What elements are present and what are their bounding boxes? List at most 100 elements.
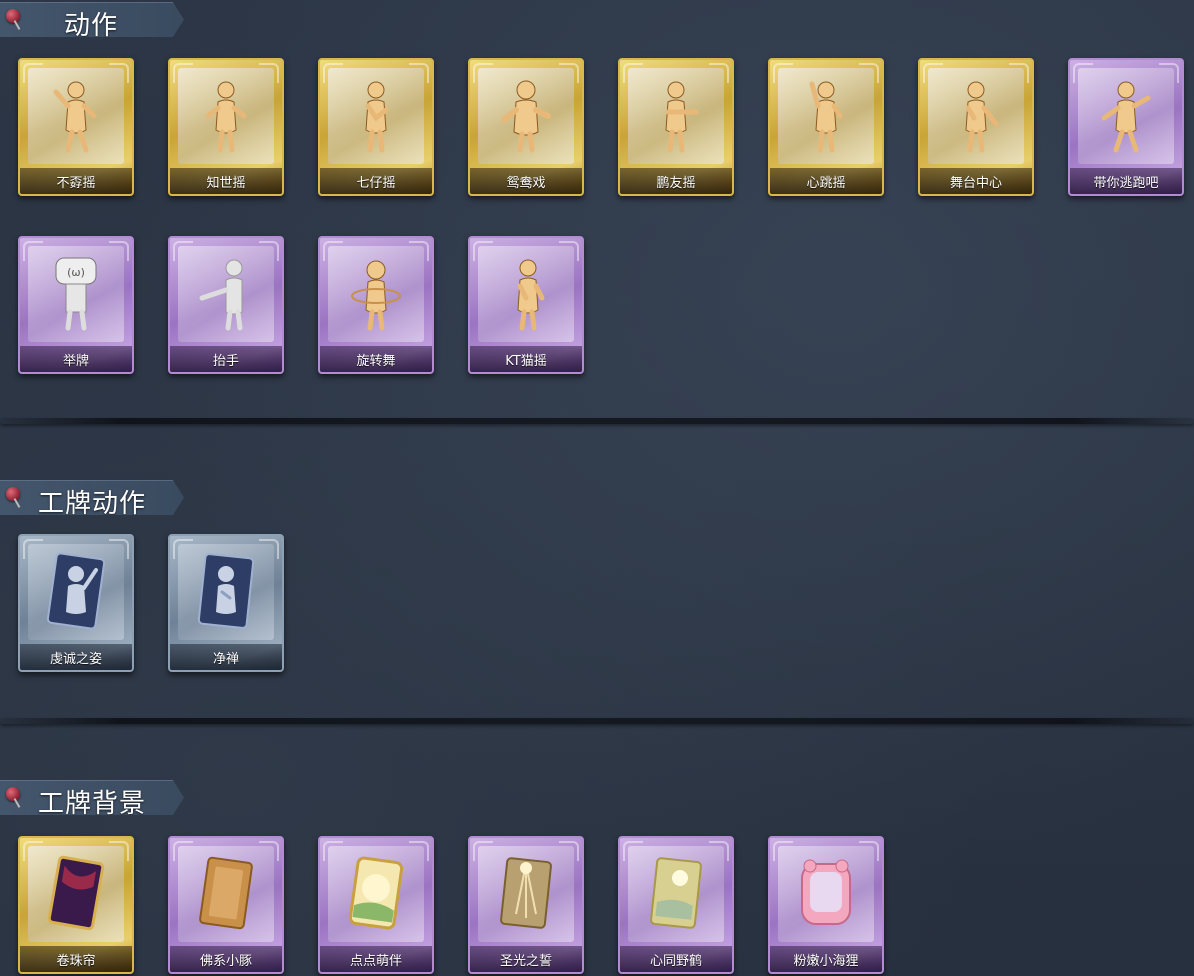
misty-lake-background-icon <box>650 857 702 929</box>
dancing-figure-icon <box>665 81 699 153</box>
dancing-figure-icon <box>517 259 545 331</box>
card-label-bar: KT猫摇 <box>470 346 582 372</box>
card-label-bar: 虔诚之姿 <box>20 644 132 670</box>
frame-corner <box>23 241 43 261</box>
card-zhi-shi-yao[interactable]: 知世摇 <box>168 58 284 196</box>
card-label: 旋转舞 <box>356 353 396 369</box>
section-title: 工牌动作 <box>38 489 147 519</box>
card-label-bar: 七仔摇 <box>320 168 432 194</box>
card-label-bar: 心跳摇 <box>770 168 882 194</box>
wooden-door-background-icon <box>199 856 253 930</box>
frame-corner <box>23 539 43 559</box>
section-title: 动作 <box>64 11 119 41</box>
section-title: 工牌背景 <box>38 789 147 819</box>
card-label: 佛系小豚 <box>199 953 252 969</box>
card-label: 七仔摇 <box>356 175 396 191</box>
frame-corner <box>109 841 129 861</box>
badge-card-figure-icon <box>46 552 106 630</box>
frame-corner <box>773 63 793 83</box>
frame-corner <box>109 63 129 83</box>
section-divider <box>0 718 1194 724</box>
sign-holding-figure-icon: (ω) <box>55 257 97 331</box>
card-label: 舞台中心 <box>949 175 1002 191</box>
card-label-bar: 鹏友摇 <box>620 168 732 194</box>
card-peng-you-yao[interactable]: 鹏友摇 <box>618 58 734 196</box>
dancing-figure-icon <box>205 81 247 153</box>
section-header-badge-actions: 工牌动作 <box>0 480 184 515</box>
card-dai-ni-tao-pao-ba[interactable]: 带你逃跑吧 <box>1068 58 1184 196</box>
card-label: 圣光之誓 <box>499 953 552 969</box>
frame-corner <box>473 63 493 83</box>
dancing-figure-icon <box>965 81 999 153</box>
card-bu-nao-yao[interactable]: 不孬摇 <box>18 58 134 196</box>
card-xin-tong-ye-he[interactable]: 心同野鹤 <box>618 836 734 974</box>
frame-corner <box>709 841 729 861</box>
card-label: 心同野鹤 <box>649 953 702 969</box>
pin-icon <box>6 487 20 501</box>
frame-corner <box>409 241 429 261</box>
badge-card-figure-icon <box>197 553 255 629</box>
card-juan-zhu-lian[interactable]: 卷珠帘 <box>18 836 134 974</box>
frame-corner <box>559 241 579 261</box>
curtain-background-icon <box>47 855 105 931</box>
card-label: 粉嫩小海狸 <box>793 953 859 969</box>
frame-corner <box>259 539 279 559</box>
card-tai-shou[interactable]: 抬手 <box>168 236 284 374</box>
frame-corner <box>623 63 643 83</box>
section-header-badge-backgrounds: 工牌背景 <box>0 780 184 815</box>
card-qian-cheng-zhi-zi[interactable]: 虔诚之姿 <box>18 534 134 672</box>
holy-light-background-icon <box>500 857 552 929</box>
card-qi-zai-yao[interactable]: 七仔摇 <box>318 58 434 196</box>
card-kt-mao-yao[interactable]: KT猫摇 <box>468 236 584 374</box>
frame-corner <box>473 841 493 861</box>
card-label: 心跳摇 <box>806 175 846 191</box>
pin-icon <box>6 787 20 801</box>
card-jing-chan[interactable]: 净禅 <box>168 534 284 672</box>
dancing-figure-icon <box>1101 81 1151 153</box>
frame-corner <box>1073 63 1093 83</box>
card-label-bar: 粉嫩小海狸 <box>770 946 882 972</box>
card-label: 虔诚之姿 <box>49 651 102 667</box>
card-fo-xi-xiao-tun[interactable]: 佛系小豚 <box>168 836 284 974</box>
card-xin-tiao-yao[interactable]: 心跳摇 <box>768 58 884 196</box>
frame-corner <box>109 539 129 559</box>
card-label: 净禅 <box>212 651 239 667</box>
card-label: 卷珠帘 <box>56 953 96 969</box>
section-header-actions: 动作 <box>0 2 184 37</box>
frame-corner <box>173 63 193 83</box>
raising-hand-figure-icon <box>199 259 243 331</box>
dancing-figure-icon <box>809 81 843 153</box>
card-label-bar: 心同野鹤 <box>620 946 732 972</box>
spinning-figure-icon <box>351 260 401 331</box>
card-label-bar: 旋转舞 <box>320 346 432 372</box>
card-wu-tai-zhong-xin[interactable]: 舞台中心 <box>918 58 1034 196</box>
card-ju-pai[interactable]: (ω) 举牌 <box>18 236 134 374</box>
svg-text:(ω): (ω) <box>67 266 85 279</box>
card-label-bar: 不孬摇 <box>20 168 132 194</box>
card-label-bar: 卷珠帘 <box>20 946 132 972</box>
card-fen-nen-xiao-hai-li[interactable]: 粉嫩小海狸 <box>768 836 884 974</box>
frame-corner <box>409 841 429 861</box>
frame-corner <box>1009 63 1029 83</box>
card-label: 带你逃跑吧 <box>1093 175 1159 191</box>
card-label: 不孬摇 <box>56 175 96 191</box>
frame-corner <box>859 841 879 861</box>
frame-corner <box>409 63 429 83</box>
frame-corner <box>559 63 579 83</box>
card-xuan-zhuan-wu[interactable]: 旋转舞 <box>318 236 434 374</box>
frame-corner <box>173 841 193 861</box>
card-label-bar: 点点萌伴 <box>320 946 432 972</box>
section-divider <box>0 418 1194 424</box>
card-dian-dian-meng-ban[interactable]: 点点萌伴 <box>318 836 434 974</box>
card-yuan-yang-xi[interactable]: 鸳鸯戏 <box>468 58 584 196</box>
frame-corner <box>923 63 943 83</box>
card-sheng-guang-zhi-shi[interactable]: 圣光之誓 <box>468 836 584 974</box>
card-label: 抬手 <box>212 353 239 369</box>
card-label-bar: 净禅 <box>170 644 282 670</box>
frame-corner <box>109 241 129 261</box>
card-label-bar: 举牌 <box>20 346 132 372</box>
dancing-figure-icon <box>501 80 551 153</box>
frame-corner <box>773 841 793 861</box>
frame-corner <box>559 841 579 861</box>
frame-corner <box>323 63 343 83</box>
